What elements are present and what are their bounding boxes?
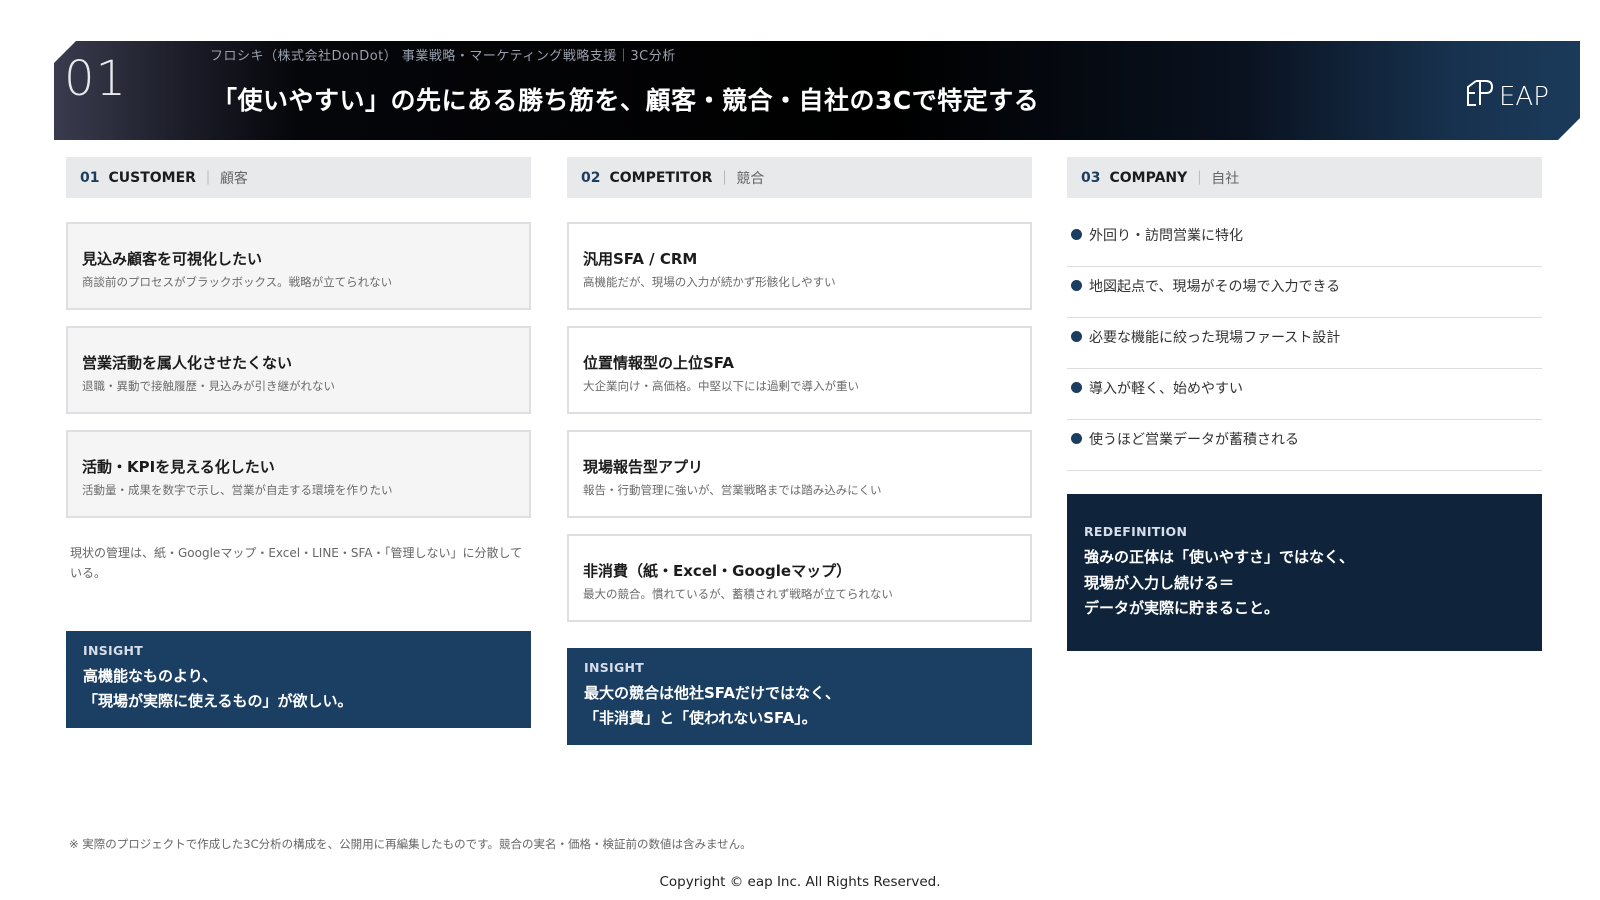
insight-line: 高機能なものより、: [83, 667, 218, 685]
redefinition-label: REDEFINITION: [1084, 524, 1188, 539]
feature-text: 必要な機能に絞った現場ファースト設計: [1089, 329, 1341, 346]
customer-header: 01 CUSTOMER ｜ 顧客: [66, 157, 531, 198]
copyright: Copyright © eap Inc. All Rights Reserved…: [659, 874, 941, 890]
card-title: 見込み顧客を可視化したい: [82, 250, 263, 268]
customer-label-ja: 顧客: [219, 170, 248, 187]
competitor-card: 汎用SFA / CRM 高機能だが、現場の入力が続かず形骸化しやすい: [567, 222, 1032, 310]
bullet-icon: [1071, 229, 1082, 240]
company-label-ja: 自社: [1211, 170, 1240, 187]
section-number: 01: [64, 51, 128, 107]
feature-text: 導入が軽く、始めやすい: [1089, 380, 1243, 397]
insight-text: 最大の競合は他社SFAだけではなく、 「非消費」と「使われないSFA」。: [584, 681, 1015, 731]
insight-label: INSIGHT: [83, 643, 144, 658]
card-title: 汎用SFA / CRM: [583, 250, 698, 268]
company-number: 03: [1081, 169, 1101, 186]
customer-note: 現状の管理は、紙・Googleマップ・Excel・LINE・SFA・「管理しない…: [70, 546, 523, 580]
card-subtitle: 高機能だが、現場の入力が続かず形骸化しやすい: [583, 275, 836, 289]
competitor-card: 非消費（紙・Excel・Googleマップ） 最大の競合。慣れているが、蓄積され…: [567, 534, 1032, 622]
customer-insight: INSIGHT 高機能なものより、 「現場が実際に使えるもの」が欲しい。: [66, 631, 531, 728]
bullet-icon: [1071, 280, 1082, 291]
competitor-header: 02 COMPETITOR ｜ 競合: [567, 157, 1032, 198]
competitor-label-en: COMPETITOR: [609, 169, 713, 186]
feature-item: 使うほど営業データが蓄積される: [1067, 420, 1542, 471]
card-subtitle: 退職・異動で接触履歴・見込みが引き継がれない: [82, 379, 335, 393]
redefinition-line: 現場が入力し続ける＝: [1084, 573, 1235, 592]
eap-logo: EAP: [1466, 77, 1550, 109]
feature-text: 外回り・訪問営業に特化: [1089, 227, 1243, 244]
bullet-icon: [1071, 382, 1082, 393]
card-title: 位置情報型の上位SFA: [583, 354, 734, 372]
redefinition-line: データが実際に貯まること。: [1084, 599, 1280, 617]
svg-text:EAP: EAP: [1499, 82, 1549, 109]
card-subtitle: 報告・行動管理に強いが、営業戦略までは踏み込みにくい: [583, 483, 882, 497]
insight-text: 高機能なものより、 「現場が実際に使えるもの」が欲しい。: [83, 664, 514, 714]
customer-card: 活動・KPIを見える化したい 活動量・成果を数字で示し、営業が自走する環境を作り…: [66, 430, 531, 518]
company-header: 03 COMPANY ｜ 自社: [1067, 157, 1542, 198]
footnote: ※ 実際のプロジェクトで作成した3C分析の構成を、公開用に再編集したものです。競…: [69, 837, 752, 851]
redefinition-box: REDEFINITION 強みの正体は「使いやすさ」ではなく、 現場が入力し続け…: [1067, 494, 1542, 651]
card-subtitle: 大企業向け・高価格。中堅以下には過剰で導入が重い: [583, 379, 859, 393]
company-feature-list: 外回り・訪問営業に特化 地図起点で、現場がその場で入力できる 必要な機能に絞った…: [1067, 216, 1542, 471]
card-title: 営業活動を属人化させたくない: [82, 354, 293, 372]
customer-card: 見込み顧客を可視化したい 商談前のプロセスがブラックボックス。戦略が立てられない: [66, 222, 531, 310]
competitor-number: 02: [581, 169, 601, 186]
page-title: 「使いやすい」の先にある勝ち筋を、顧客・競合・自社の3Cで特定する: [212, 86, 1040, 115]
card-subtitle: 最大の競合。慣れているが、蓄積されず戦略が立てられない: [583, 587, 893, 601]
insight-line: 「非消費」と「使われないSFA」。: [584, 709, 817, 727]
customer-label-en: CUSTOMER: [108, 169, 196, 186]
feature-item: 地図起点で、現場がその場で入力できる: [1067, 267, 1542, 318]
card-title: 現場報告型アプリ: [583, 458, 704, 476]
card-title: 非消費（紙・Excel・Googleマップ）: [583, 562, 852, 580]
feature-text: 使うほど営業データが蓄積される: [1089, 431, 1299, 448]
header-subtitle: フロシキ（株式会社DonDot） 事業戦略・マーケティング戦略支援｜3C分析: [210, 49, 676, 64]
bullet-icon: [1071, 331, 1082, 342]
insight-label: INSIGHT: [584, 660, 645, 675]
card-subtitle: 活動量・成果を数字で示し、営業が自走する環境を作りたい: [82, 483, 393, 497]
feature-item: 必要な機能に絞った現場ファースト設計: [1067, 318, 1542, 369]
competitor-column: 02 COMPETITOR ｜ 競合 汎用SFA / CRM 高機能だが、現場の…: [567, 157, 1032, 745]
customer-card: 営業活動を属人化させたくない 退職・異動で接触履歴・見込みが引き継がれない: [66, 326, 531, 414]
customer-column: 01 CUSTOMER ｜ 顧客 見込み顧客を可視化したい 商談前のプロセスがブ…: [66, 157, 531, 728]
company-label-en: COMPANY: [1109, 169, 1188, 186]
header-separator: ｜: [717, 170, 732, 187]
feature-item: 外回り・訪問営業に特化: [1067, 216, 1542, 267]
insight-line: 「現場が実際に使えるもの」が欲しい。: [83, 692, 353, 710]
card-title: 活動・KPIを見える化したい: [82, 458, 275, 476]
bullet-icon: [1071, 433, 1082, 444]
redefinition-text: 強みの正体は「使いやすさ」ではなく、 現場が入力し続ける＝ データが実際に貯まる…: [1084, 545, 1525, 622]
header-banner: 01 フロシキ（株式会社DonDot） 事業戦略・マーケティング戦略支援｜3C分…: [54, 41, 1580, 140]
insight-line: 最大の競合は他社SFAだけではなく、: [584, 684, 840, 702]
competitor-insight: INSIGHT 最大の競合は他社SFAだけではなく、 「非消費」と「使われないS…: [567, 648, 1032, 745]
competitor-card: 位置情報型の上位SFA 大企業向け・高価格。中堅以下には過剰で導入が重い: [567, 326, 1032, 414]
card-subtitle: 商談前のプロセスがブラックボックス。戦略が立てられない: [82, 275, 393, 289]
feature-text: 地図起点で、現場がその場で入力できる: [1089, 278, 1341, 295]
company-column: 03 COMPANY ｜ 自社 外回り・訪問営業に特化 地図起点で、現場がその場…: [1067, 157, 1542, 651]
customer-number: 01: [80, 169, 100, 186]
header-separator: ｜: [200, 170, 215, 187]
feature-item: 導入が軽く、始めやすい: [1067, 369, 1542, 420]
header-separator: ｜: [1192, 170, 1207, 187]
competitor-card: 現場報告型アプリ 報告・行動管理に強いが、営業戦略までは踏み込みにくい: [567, 430, 1032, 518]
redefinition-line: 強みの正体は「使いやすさ」ではなく、: [1084, 548, 1355, 566]
competitor-label-ja: 競合: [736, 170, 765, 187]
